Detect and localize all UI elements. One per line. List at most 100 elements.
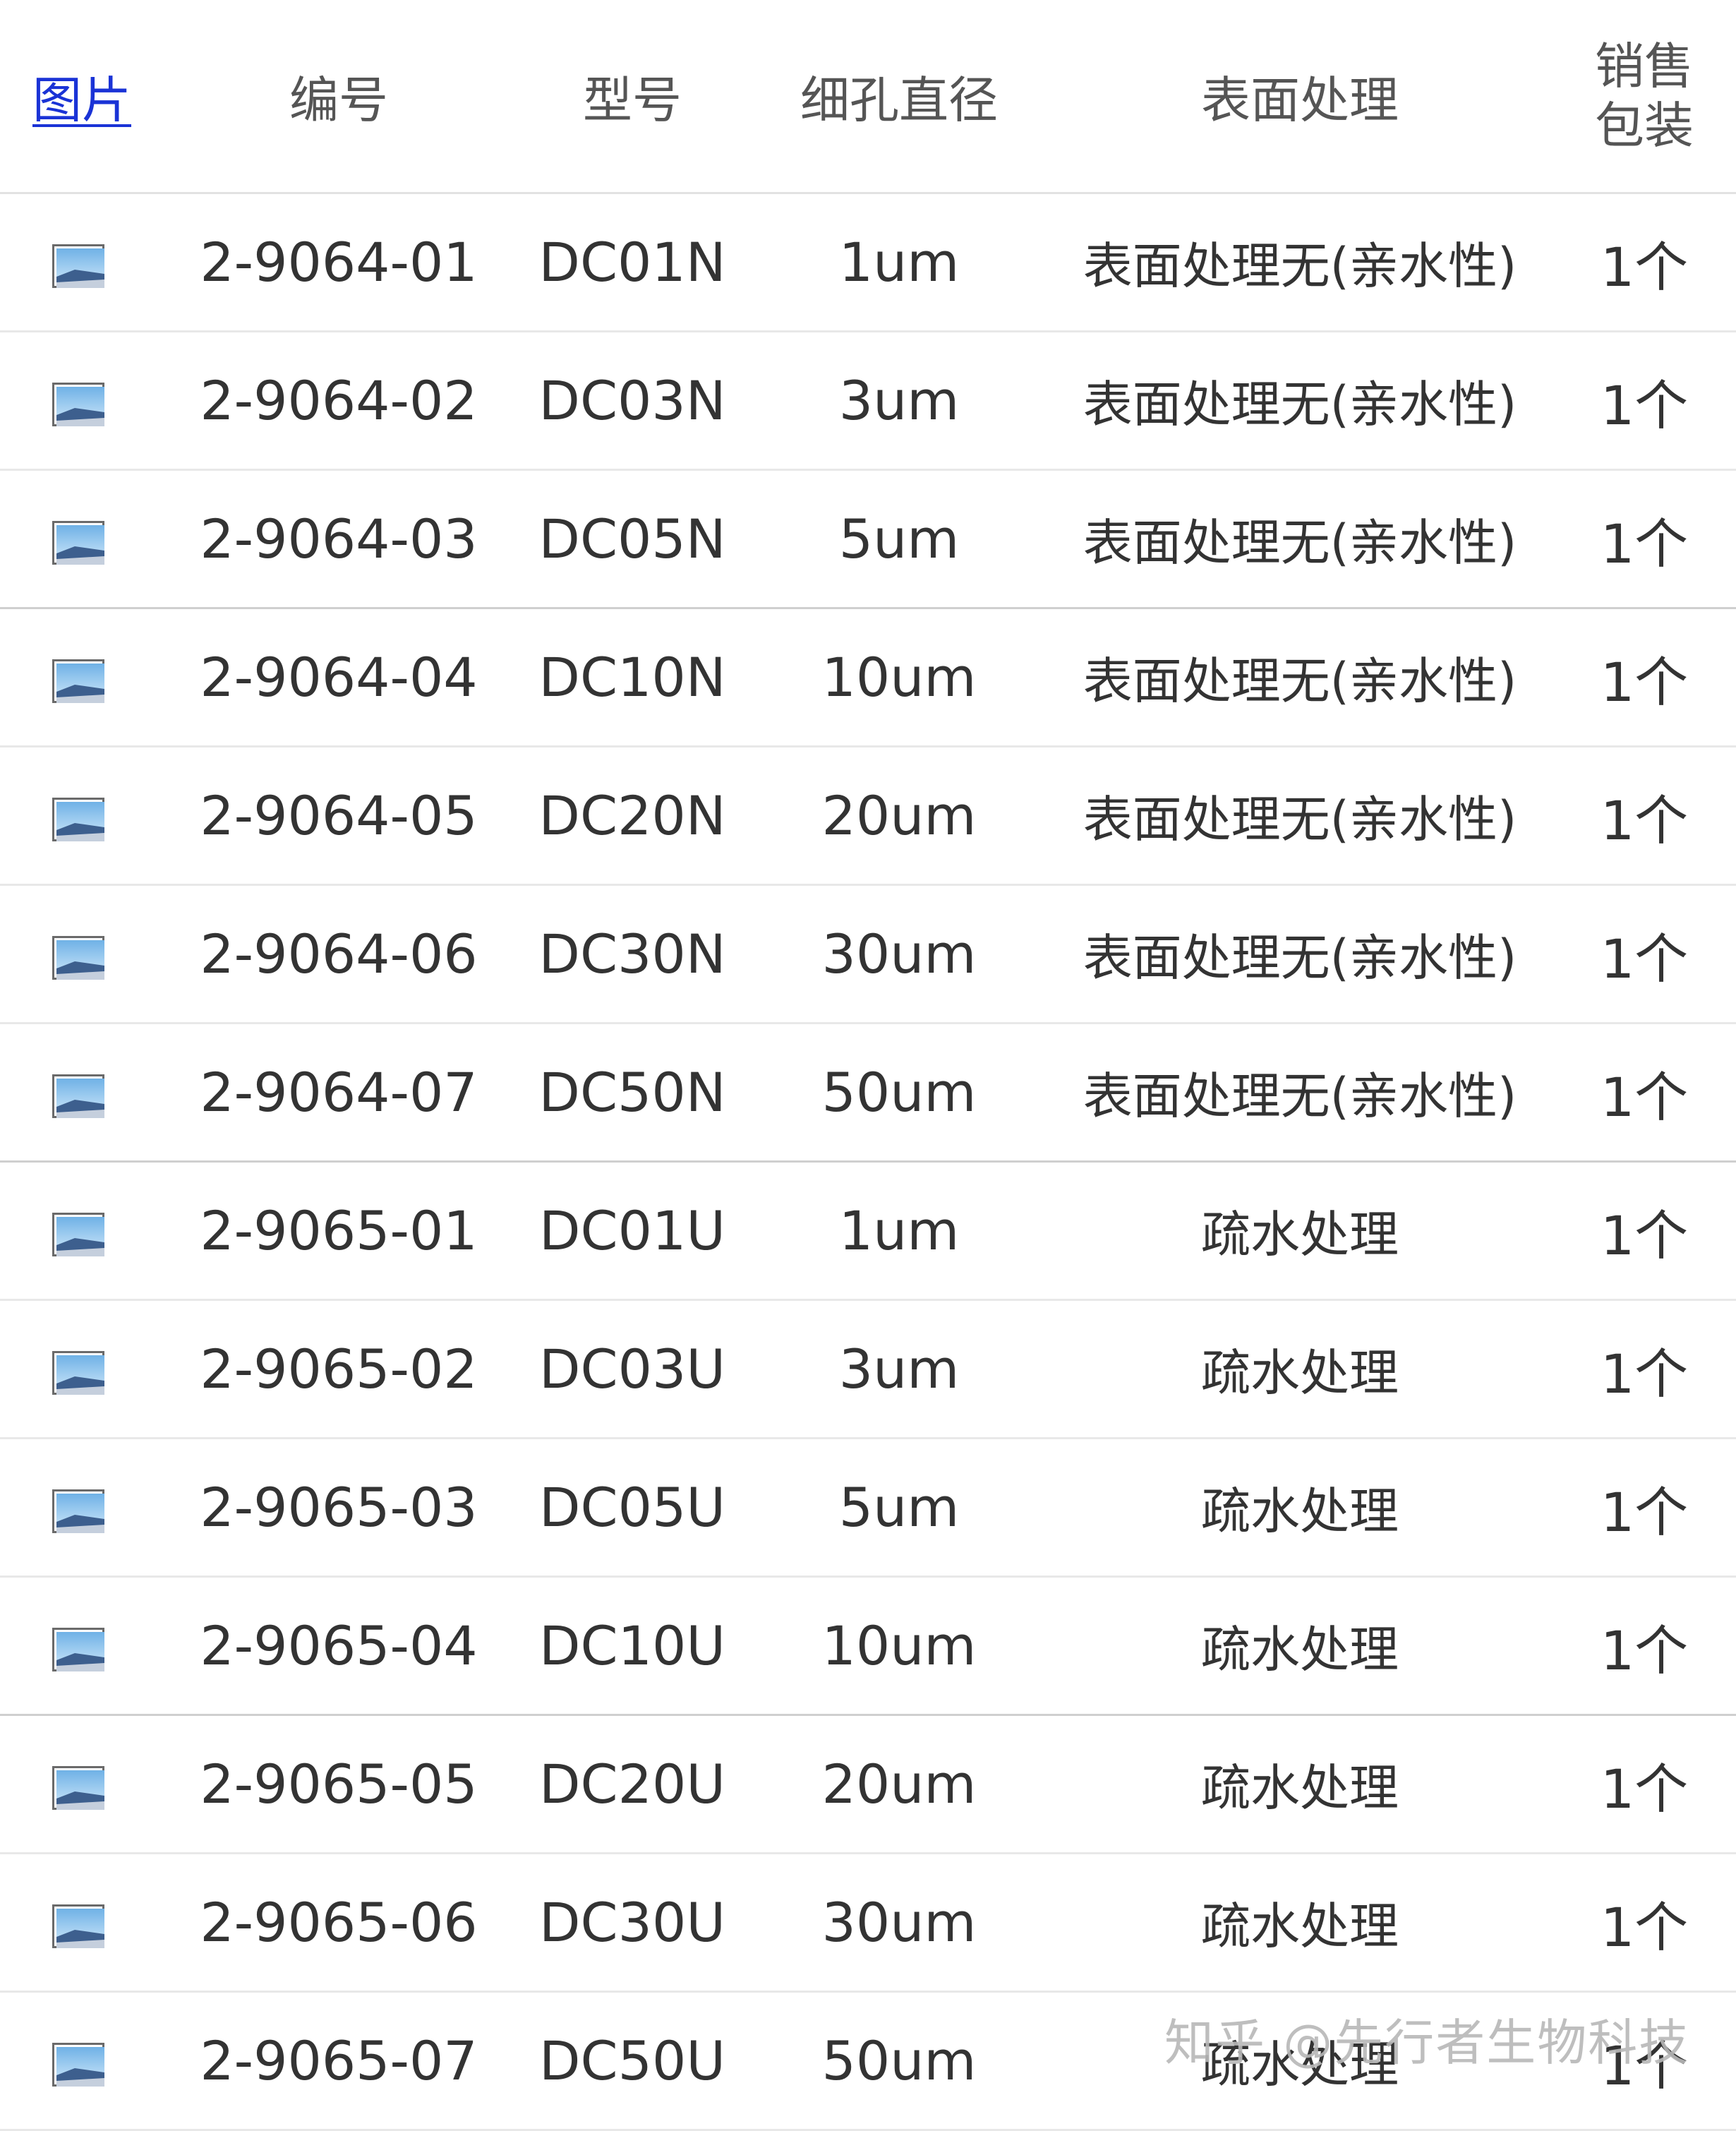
image-cell[interactable] xyxy=(0,1576,164,1716)
table-row: 2-9064-01 DC01N 1um 表面处理无(亲水性) 1个 xyxy=(0,193,1736,332)
image-cell[interactable] xyxy=(0,1853,164,1993)
image-cell[interactable] xyxy=(0,1438,164,1578)
surface-cell: 表面处理无(亲水性) xyxy=(1047,746,1553,886)
pack-cell: 1个 xyxy=(1553,1853,1736,1993)
header-sales-packaging: 销售 包装 xyxy=(1553,0,1736,194)
watermark: 知乎 @先行者生物科技 xyxy=(1164,2014,1690,2072)
image-cell[interactable] xyxy=(0,608,164,748)
image-placeholder-icon[interactable] xyxy=(52,798,104,841)
pack-cell: 1个 xyxy=(1553,1023,1736,1163)
model-cell: DC20U xyxy=(514,1715,751,1854)
header-picture[interactable]: 图片 xyxy=(0,0,164,194)
model-cell: DC10U xyxy=(514,1576,751,1716)
pack-cell: 1个 xyxy=(1553,1438,1736,1578)
image-cell[interactable] xyxy=(0,1023,164,1163)
model-cell: DC50N xyxy=(514,1023,751,1163)
image-placeholder-icon[interactable] xyxy=(52,936,104,980)
header-row: 图片 编号 型号 细孔直径 表面处理 销售 包装 xyxy=(0,0,1736,194)
model-cell: DC20N xyxy=(514,746,751,886)
surface-cell: 疏水处理 xyxy=(1047,1576,1553,1716)
code-cell: 2-9064-02 xyxy=(164,331,514,471)
pore-cell: 1um xyxy=(751,1161,1047,1301)
table-row: 2-9065-04 DC10U 10um 疏水处理 1个 xyxy=(0,1576,1736,1716)
image-cell[interactable] xyxy=(0,331,164,471)
image-cell[interactable] xyxy=(0,469,164,609)
table-row: 2-9064-04 DC10N 10um 表面处理无(亲水性) 1个 xyxy=(0,608,1736,748)
surface-cell: 表面处理无(亲水性) xyxy=(1047,331,1553,471)
header-pack-line2: 包装 xyxy=(1595,97,1694,155)
pack-cell: 1个 xyxy=(1553,1576,1736,1716)
surface-cell: 表面处理无(亲水性) xyxy=(1047,608,1553,748)
image-cell[interactable] xyxy=(0,884,164,1024)
code-cell: 2-9065-03 xyxy=(164,1438,514,1578)
model-cell: DC30U xyxy=(514,1853,751,1993)
pore-cell: 3um xyxy=(751,331,1047,471)
image-placeholder-icon[interactable] xyxy=(52,521,104,565)
code-cell: 2-9065-06 xyxy=(164,1853,514,1993)
image-placeholder-icon[interactable] xyxy=(52,1766,104,1810)
pack-cell: 1个 xyxy=(1553,746,1736,886)
surface-cell: 表面处理无(亲水性) xyxy=(1047,193,1553,332)
image-cell[interactable] xyxy=(0,1299,164,1439)
image-placeholder-icon[interactable] xyxy=(52,659,104,703)
code-cell: 2-9064-06 xyxy=(164,884,514,1024)
model-cell: DC05N xyxy=(514,469,751,609)
header-surface-treatment: 表面处理 xyxy=(1047,0,1553,194)
model-cell: DC30N xyxy=(514,884,751,1024)
image-placeholder-icon[interactable] xyxy=(52,1074,104,1118)
picture-column-link[interactable]: 图片 xyxy=(32,71,131,129)
pore-cell: 20um xyxy=(751,1715,1047,1854)
model-cell: DC03U xyxy=(514,1299,751,1439)
image-placeholder-icon[interactable] xyxy=(52,1489,104,1533)
pore-cell: 30um xyxy=(751,884,1047,1024)
surface-cell: 疏水处理 xyxy=(1047,1299,1553,1439)
table-row: 2-9065-05 DC20U 20um 疏水处理 1个 xyxy=(0,1715,1736,1854)
table-row: 2-9064-06 DC30N 30um 表面处理无(亲水性) 1个 xyxy=(0,884,1736,1024)
code-cell: 2-9064-01 xyxy=(164,193,514,332)
pack-cell: 1个 xyxy=(1553,331,1736,471)
pore-cell: 10um xyxy=(751,1576,1047,1716)
surface-cell: 表面处理无(亲水性) xyxy=(1047,1023,1553,1163)
pore-cell: 5um xyxy=(751,1438,1047,1578)
pack-cell: 1个 xyxy=(1553,608,1736,748)
image-cell[interactable] xyxy=(0,1161,164,1301)
table-row: 2-9065-03 DC05U 5um 疏水处理 1个 xyxy=(0,1438,1736,1578)
pack-cell: 1个 xyxy=(1553,1299,1736,1439)
image-placeholder-icon[interactable] xyxy=(52,244,104,288)
image-cell[interactable] xyxy=(0,193,164,332)
pore-cell: 50um xyxy=(751,1991,1047,2131)
model-cell: DC01N xyxy=(514,193,751,332)
image-placeholder-icon[interactable] xyxy=(52,2043,104,2087)
image-placeholder-icon[interactable] xyxy=(52,1351,104,1395)
product-table: 图片 编号 型号 细孔直径 表面处理 销售 包装 2-9064-01 DC01N… xyxy=(0,0,1736,2131)
image-placeholder-icon[interactable] xyxy=(52,1904,104,1948)
table-header: 图片 编号 型号 细孔直径 表面处理 销售 包装 xyxy=(0,0,1736,194)
image-placeholder-icon[interactable] xyxy=(52,383,104,426)
model-cell: DC10N xyxy=(514,608,751,748)
table-row: 2-9065-01 DC01U 1um 疏水处理 1个 xyxy=(0,1161,1736,1301)
pack-cell: 1个 xyxy=(1553,469,1736,609)
table-row: 2-9064-02 DC03N 3um 表面处理无(亲水性) 1个 xyxy=(0,331,1736,471)
header-pack-line1: 销售 xyxy=(1595,37,1694,95)
table-row: 2-9065-02 DC03U 3um 疏水处理 1个 xyxy=(0,1299,1736,1439)
table-row: 2-9064-05 DC20N 20um 表面处理无(亲水性) 1个 xyxy=(0,746,1736,886)
pore-cell: 10um xyxy=(751,608,1047,748)
model-cell: DC03N xyxy=(514,331,751,471)
code-cell: 2-9064-03 xyxy=(164,469,514,609)
pack-cell: 1个 xyxy=(1553,1715,1736,1854)
pore-cell: 1um xyxy=(751,193,1047,332)
pack-cell: 1个 xyxy=(1553,1161,1736,1301)
image-placeholder-icon[interactable] xyxy=(52,1213,104,1256)
model-cell: DC01U xyxy=(514,1161,751,1301)
surface-cell: 表面处理无(亲水性) xyxy=(1047,469,1553,609)
table-row: 2-9064-03 DC05N 5um 表面处理无(亲水性) 1个 xyxy=(0,469,1736,609)
code-cell: 2-9064-04 xyxy=(164,608,514,748)
image-placeholder-icon[interactable] xyxy=(52,1628,104,1671)
image-cell[interactable] xyxy=(0,746,164,886)
code-cell: 2-9065-01 xyxy=(164,1161,514,1301)
image-cell[interactable] xyxy=(0,1715,164,1854)
header-code: 编号 xyxy=(164,0,514,194)
header-model: 型号 xyxy=(514,0,751,194)
surface-cell: 疏水处理 xyxy=(1047,1715,1553,1854)
image-cell[interactable] xyxy=(0,1991,164,2131)
